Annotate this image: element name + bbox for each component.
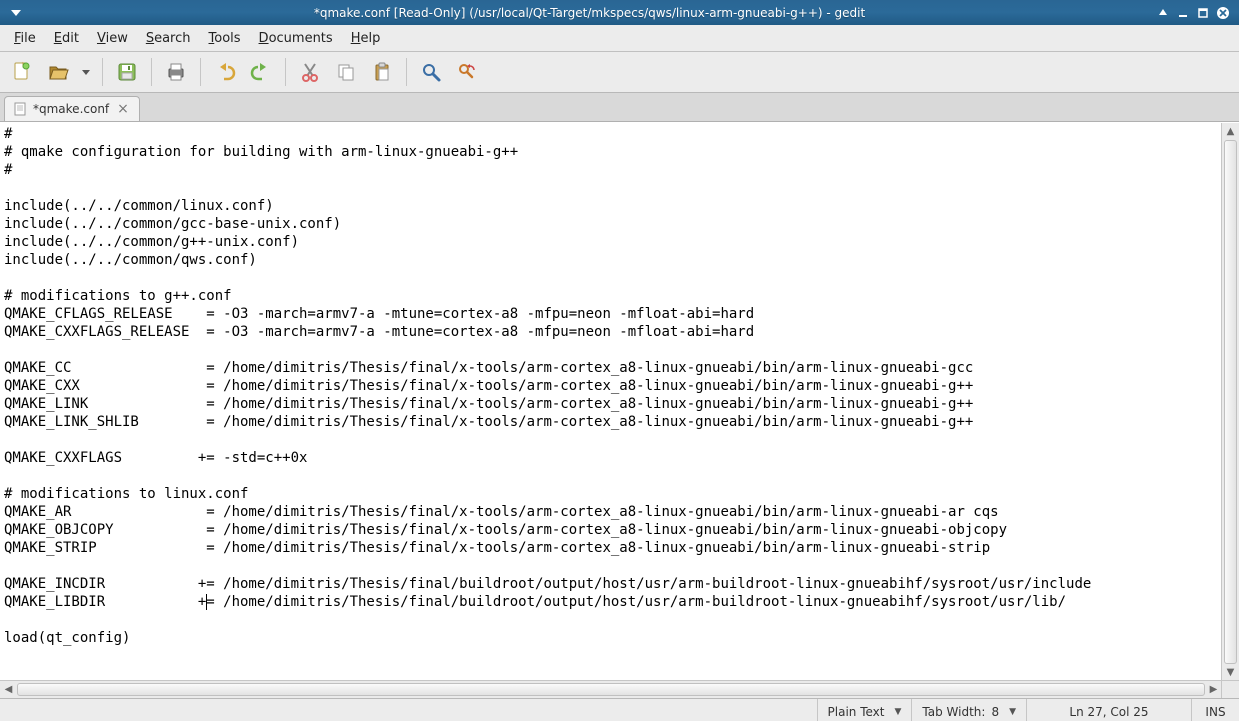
- menu-view[interactable]: View: [89, 28, 136, 49]
- status-tabwidth-label: Tab Width:: [922, 705, 985, 719]
- status-tabwidth-value: 8: [991, 705, 999, 719]
- chevron-down-icon: ▼: [1009, 707, 1016, 717]
- scroll-up-icon[interactable]: ▲: [1222, 123, 1239, 140]
- undo-button[interactable]: [209, 56, 241, 88]
- save-button[interactable]: [111, 56, 143, 88]
- paste-icon: [371, 61, 393, 83]
- redo-button[interactable]: [245, 56, 277, 88]
- cut-button[interactable]: [294, 56, 326, 88]
- open-file-dropdown[interactable]: [78, 56, 94, 88]
- paste-button[interactable]: [366, 56, 398, 88]
- window-minimize-icon[interactable]: [1175, 5, 1191, 21]
- status-tabwidth-selector[interactable]: Tab Width: 8 ▼: [911, 699, 1026, 721]
- save-icon: [116, 61, 138, 83]
- scroll-thumb[interactable]: [1224, 140, 1237, 664]
- scroll-corner: [1221, 680, 1239, 698]
- menu-file[interactable]: File: [6, 28, 44, 49]
- window-keep-above-icon[interactable]: [1155, 5, 1171, 21]
- toolbar-separator: [406, 58, 407, 86]
- text-cursor: [206, 594, 207, 610]
- print-icon: [165, 61, 187, 83]
- menu-edit[interactable]: Edit: [46, 28, 87, 49]
- menu-help[interactable]: Help: [343, 28, 389, 49]
- status-language-label: Plain Text: [828, 705, 885, 719]
- find-replace-icon: [456, 61, 478, 83]
- tab-label: *qmake.conf: [33, 102, 109, 116]
- horizontal-scrollbar[interactable]: ◀ ▶: [0, 680, 1222, 698]
- toolbar: [0, 52, 1239, 93]
- menu-documents[interactable]: Documents: [251, 28, 341, 49]
- scroll-right-icon[interactable]: ▶: [1205, 681, 1222, 698]
- toolbar-separator: [200, 58, 201, 86]
- open-file-icon: [47, 61, 69, 83]
- toolbar-separator: [285, 58, 286, 86]
- copy-icon: [335, 61, 357, 83]
- window-close-icon[interactable]: [1215, 5, 1231, 21]
- toolbar-separator: [151, 58, 152, 86]
- status-insert-mode[interactable]: INS: [1191, 699, 1239, 721]
- redo-icon: [250, 61, 272, 83]
- tab-qmake-conf[interactable]: *qmake.conf ×: [4, 96, 140, 121]
- find-replace-button[interactable]: [451, 56, 483, 88]
- new-file-icon: [11, 61, 33, 83]
- chevron-down-icon: ▼: [894, 707, 901, 717]
- menu-search[interactable]: Search: [138, 28, 199, 49]
- document-icon: [13, 102, 27, 116]
- cut-icon: [299, 61, 321, 83]
- find-button[interactable]: [415, 56, 447, 88]
- toolbar-separator: [102, 58, 103, 86]
- window-title: *qmake.conf [Read-Only] (/usr/local/Qt-T…: [26, 6, 1153, 20]
- scroll-left-icon[interactable]: ◀: [0, 681, 17, 698]
- app-menu-icon[interactable]: [8, 5, 24, 21]
- chevron-down-icon: [81, 67, 91, 77]
- new-file-button[interactable]: [6, 56, 38, 88]
- undo-icon: [214, 61, 236, 83]
- window-titlebar: *qmake.conf [Read-Only] (/usr/local/Qt-T…: [0, 0, 1239, 25]
- menubar: File Edit View Search Tools Documents He…: [0, 25, 1239, 52]
- scroll-thumb[interactable]: [17, 683, 1205, 696]
- editor-text[interactable]: # # qmake configuration for building wit…: [0, 123, 1222, 649]
- window-maximize-icon[interactable]: [1195, 5, 1211, 21]
- print-button[interactable]: [160, 56, 192, 88]
- status-cursor-position: Ln 27, Col 25: [1026, 699, 1191, 721]
- menu-tools[interactable]: Tools: [201, 28, 249, 49]
- copy-button[interactable]: [330, 56, 362, 88]
- editor-area: # # qmake configuration for building wit…: [0, 122, 1239, 698]
- statusbar: Plain Text ▼ Tab Width: 8 ▼ Ln 27, Col 2…: [0, 698, 1239, 721]
- tab-close-icon[interactable]: ×: [115, 102, 131, 116]
- find-icon: [420, 61, 442, 83]
- tab-bar: *qmake.conf ×: [0, 93, 1239, 122]
- status-language-selector[interactable]: Plain Text ▼: [817, 699, 912, 721]
- vertical-scrollbar[interactable]: ▲ ▼: [1221, 123, 1239, 681]
- open-file-button[interactable]: [42, 56, 74, 88]
- scroll-down-icon[interactable]: ▼: [1222, 664, 1239, 681]
